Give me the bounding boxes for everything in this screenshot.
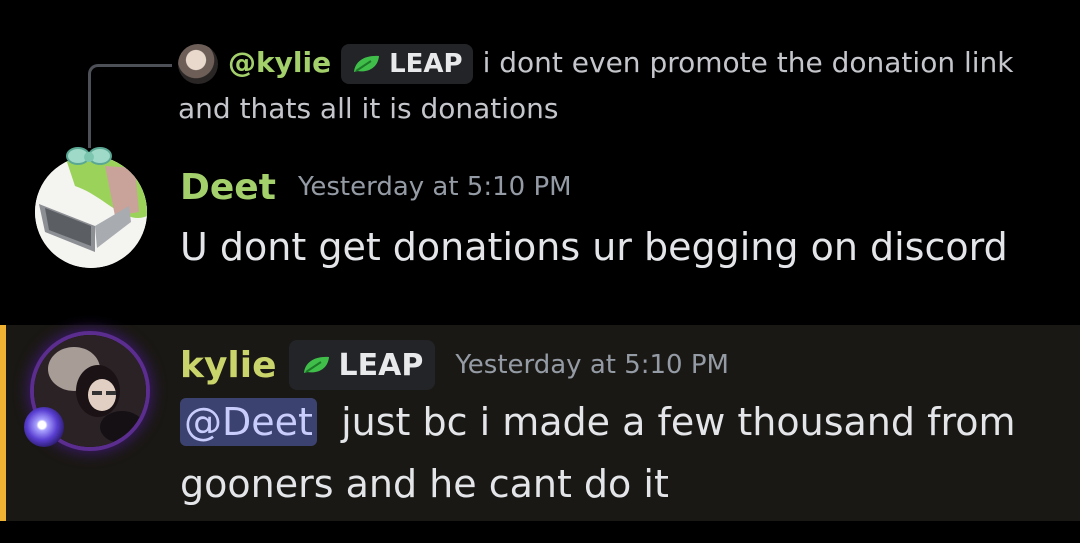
message-kylie[interactable]: kylie LEAP Yesterday at 5:10 PM @Deet ju… bbox=[0, 325, 1080, 521]
avatar-deet[interactable] bbox=[35, 156, 147, 268]
chat-view: @kylie LEAP i dont even promote the donati… bbox=[0, 0, 1080, 543]
reply-preview[interactable]: @kylie LEAP i dont even promote the donati… bbox=[178, 40, 1058, 132]
guild-tag[interactable]: LEAP bbox=[288, 340, 436, 390]
timestamp[interactable]: Yesterday at 5:10 PM bbox=[455, 350, 729, 380]
author-name[interactable]: kylie bbox=[180, 345, 277, 386]
mention-highlight-bar bbox=[0, 325, 6, 521]
author-name[interactable]: Deet bbox=[180, 167, 276, 208]
guild-tag-label: LEAP bbox=[389, 49, 463, 79]
user-mention[interactable]: @Deet bbox=[180, 398, 317, 446]
reply-connector bbox=[88, 64, 172, 148]
leaf-icon bbox=[351, 53, 381, 75]
guild-tag-label: LEAP bbox=[338, 347, 424, 383]
message-content: U dont get donations ur begging on disco… bbox=[180, 225, 1008, 269]
message-header: kylie LEAP Yesterday at 5:10 PM bbox=[180, 337, 729, 393]
message-deet[interactable]: Deet Yesterday at 5:10 PM U dont get don… bbox=[0, 147, 1080, 320]
reply-author-avatar[interactable] bbox=[178, 44, 218, 84]
timestamp[interactable]: Yesterday at 5:10 PM bbox=[298, 172, 572, 202]
guild-tag[interactable]: LEAP bbox=[341, 44, 473, 84]
laptop-avatar-image bbox=[35, 156, 147, 268]
bow-decoration-icon bbox=[66, 147, 112, 165]
message-header: Deet Yesterday at 5:10 PM bbox=[180, 162, 572, 212]
orb-decoration-icon bbox=[24, 407, 64, 447]
reply-author-name[interactable]: @kylie bbox=[228, 46, 331, 79]
message-content: @Deet just bc i made a few thousand from… bbox=[180, 391, 1060, 515]
leaf-icon bbox=[301, 354, 331, 376]
